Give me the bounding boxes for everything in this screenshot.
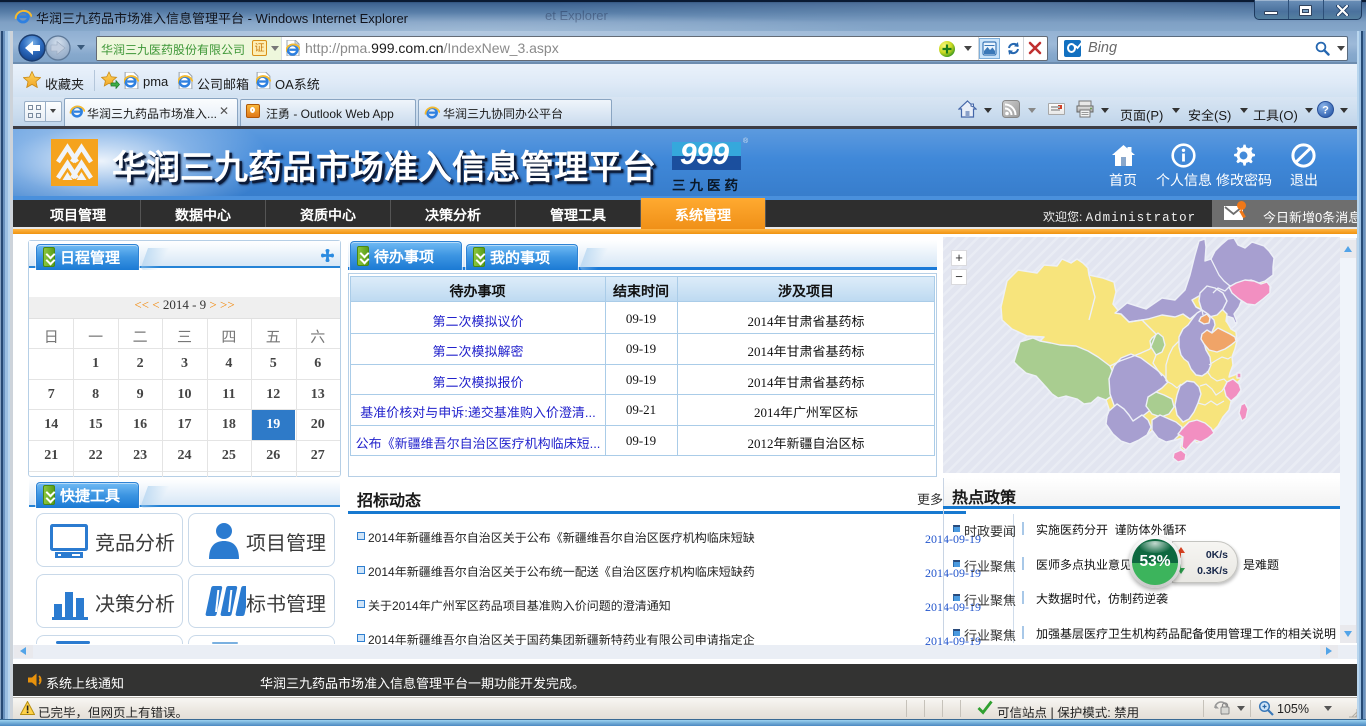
svg-text:?: ?: [1322, 105, 1329, 117]
